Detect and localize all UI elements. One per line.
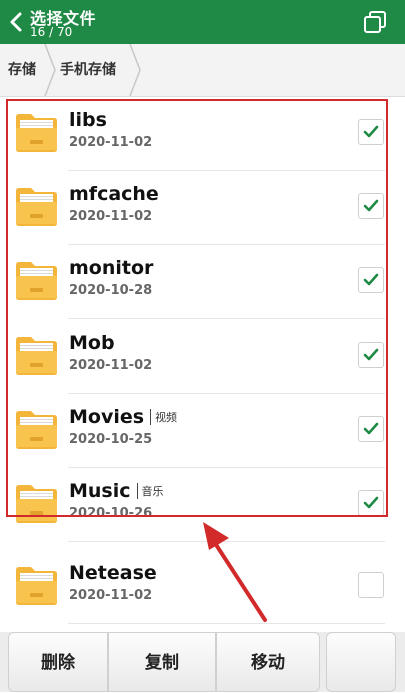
select-all-icon[interactable] <box>363 10 387 34</box>
delete-button[interactable]: 删除 <box>8 632 108 692</box>
folder-icon <box>16 567 57 606</box>
file-name: Music <box>69 480 131 502</box>
move-button[interactable]: 移动 <box>216 632 320 692</box>
file-name: Movies <box>69 405 145 428</box>
folder-icon <box>16 262 57 301</box>
breadcrumb-separator-icon <box>129 44 141 96</box>
file-name-group: mfcache <box>69 183 159 205</box>
folder-icon <box>16 336 57 375</box>
checkmark-icon <box>363 125 379 138</box>
bottom-toolbar: 删除 复制 移动 <box>0 632 405 692</box>
file-name: libs <box>69 109 107 131</box>
file-name: Netease <box>69 562 157 585</box>
checkmark-icon <box>363 422 379 435</box>
file-date: 2020-10-26 <box>69 506 153 521</box>
file-checkbox[interactable] <box>358 267 384 294</box>
file-date: 2020-10-28 <box>69 283 153 299</box>
back-arrow-icon[interactable] <box>6 9 26 35</box>
annotation-arrow-icon <box>203 522 267 622</box>
more-button[interactable] <box>326 632 396 692</box>
file-name: Mob <box>69 331 115 354</box>
tag-divider <box>136 483 138 499</box>
file-checkbox[interactable] <box>358 415 384 442</box>
selection-count: 16 / 70 <box>30 25 73 39</box>
folder-icon <box>16 410 57 449</box>
file-name-group: libs <box>69 109 107 131</box>
tag-divider <box>150 408 152 425</box>
checkmark-icon <box>363 496 379 509</box>
checkmark-icon <box>363 274 379 286</box>
file-name-group: Movies 视频 <box>69 406 177 428</box>
file-checkbox[interactable] <box>358 341 384 368</box>
file-name-group: Mob <box>69 332 115 354</box>
folder-icon <box>16 114 57 152</box>
file-tag: 音乐 <box>141 485 164 498</box>
file-name: mfcache <box>69 183 159 206</box>
file-date: 2020-10-25 <box>69 431 153 447</box>
file-checkbox[interactable] <box>358 119 384 145</box>
file-checkbox[interactable] <box>358 193 384 220</box>
file-date: 2020-11-02 <box>69 209 153 225</box>
folder-icon <box>16 485 57 523</box>
file-name-group: monitor <box>69 257 153 279</box>
breadcrumb-storage[interactable]: 存储 <box>8 44 36 96</box>
file-name-group: Music 音乐 <box>69 480 164 502</box>
list-item[interactable]: Movies 视频 2020-10-25 <box>0 394 405 468</box>
copy-button[interactable]: 复制 <box>108 632 216 692</box>
file-checkbox[interactable] <box>358 572 384 599</box>
app-header: 选择文件 16 / 70 <box>0 0 405 44</box>
checkmark-icon <box>363 199 379 212</box>
list-item[interactable]: monitor 2020-10-28 <box>0 245 405 320</box>
list-item[interactable]: libs 2020-11-02 <box>0 97 405 171</box>
checkmark-icon <box>363 348 379 360</box>
breadcrumb-separator-icon <box>44 44 56 96</box>
folder-icon <box>16 188 57 227</box>
breadcrumb-phone-storage[interactable]: 手机存储 <box>60 44 116 96</box>
file-date: 2020-11-02 <box>69 135 153 150</box>
breadcrumb: 存储 手机存储 <box>0 44 405 97</box>
file-name-group: Netease <box>69 562 157 584</box>
list-item[interactable]: mfcache 2020-11-02 <box>0 171 405 246</box>
file-tag: 视频 <box>155 410 178 424</box>
file-date: 2020-11-02 <box>69 357 153 373</box>
file-checkbox[interactable] <box>358 490 384 516</box>
file-name: monitor <box>69 257 154 280</box>
list-item[interactable]: Mob 2020-11-02 <box>0 320 405 394</box>
file-date: 2020-11-02 <box>69 588 153 604</box>
